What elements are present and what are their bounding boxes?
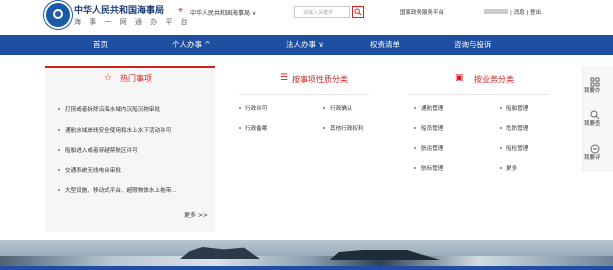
top-bar: 中华人民共和国海事局 海 事 一 网 通 办 平 台 ⌖ 中华人民共和国海事局 …: [0, 0, 613, 35]
nav-personal-services[interactable]: 个人办事 ^: [172, 35, 211, 55]
bullet: [323, 107, 325, 109]
banner-bottom-strip: [0, 266, 613, 270]
nature-item[interactable]: 行政许可: [245, 104, 267, 112]
nature-item[interactable]: 行政确认: [330, 104, 352, 112]
business-item[interactable]: 船检管理: [506, 144, 528, 152]
site-title: 中华人民共和国海事局: [74, 6, 165, 16]
main-navigation: 首页 个人办事 ^ 法人办事 ∨ 权责清单 咨询与投诉: [0, 35, 613, 55]
hot-item[interactable]: 交通系统无线电台审批: [65, 166, 121, 174]
evaluate-icon[interactable]: [590, 139, 600, 154]
business-item[interactable]: 危防管理: [506, 124, 528, 132]
more-link[interactable]: 更多 >>: [184, 210, 208, 219]
location-icon: ⌖: [178, 6, 184, 16]
maritime-logo: [44, 1, 72, 29]
divider: [239, 94, 369, 95]
bullet: [58, 169, 60, 171]
business-category-title: 按业务分类: [474, 75, 514, 84]
business-item[interactable]: 船员管理: [421, 124, 443, 132]
bullet: [414, 147, 416, 149]
star-icon: ☆: [104, 73, 113, 83]
bullet: [414, 107, 416, 109]
nav-consultation[interactable]: 咨询与投诉: [454, 35, 492, 55]
hot-item[interactable]: 通航水域岸线安全使用和水上水下活动许可: [65, 126, 171, 134]
divider: [409, 94, 549, 95]
business-item[interactable]: 船舶管理: [506, 104, 528, 112]
bullet: [500, 127, 502, 129]
hot-items-title: 热门事项: [120, 74, 152, 83]
bullet: [239, 127, 241, 129]
sidebar-item-evaluate[interactable]: 我要评: [584, 153, 601, 161]
bullet: [414, 127, 416, 129]
business-item[interactable]: 通航管理: [421, 104, 443, 112]
government-portal-link[interactable]: 国家政务服务平台: [400, 8, 444, 16]
briefcase-icon: ▣: [455, 73, 464, 83]
user-name-masked: [484, 9, 508, 14]
nature-item[interactable]: 行政备案: [245, 124, 267, 132]
business-item[interactable]: 更多: [506, 164, 517, 172]
bullet: [239, 107, 241, 109]
nature-category-title: 按事项性质分类: [292, 75, 348, 84]
nav-home[interactable]: 首页: [93, 35, 108, 55]
hot-item[interactable]: 大型设施、移动式平台、超限物体水上拖带...: [65, 186, 177, 194]
business-item[interactable]: 航运管理: [421, 144, 443, 152]
sliders-icon: ☰: [280, 73, 289, 83]
bullet: [58, 149, 60, 151]
region-selector[interactable]: 中华人民共和国海事局 ∨: [190, 8, 256, 17]
search-button[interactable]: [352, 6, 364, 18]
search-input[interactable]: 请输入关键字: [294, 6, 350, 18]
nav-legal-services[interactable]: 法人办事 ∨: [286, 35, 324, 55]
bullet: [500, 107, 502, 109]
business-item[interactable]: 航标管理: [421, 164, 443, 172]
bullet: [58, 108, 60, 110]
user-links[interactable]: | 消息 | 登出: [510, 8, 541, 16]
search-icon: [354, 8, 362, 16]
bullet: [323, 127, 325, 129]
search-icon[interactable]: [590, 105, 600, 120]
logo-emblem: [53, 9, 63, 19]
nature-item[interactable]: 其他行政权利: [330, 124, 364, 132]
hot-item[interactable]: 打捞或者拆除沿海水域内沉船沉物审批: [65, 105, 160, 113]
bullet: [58, 189, 60, 191]
bullet: [414, 167, 416, 169]
sidebar-item-query[interactable]: 我要查: [584, 119, 601, 127]
bullet: [500, 147, 502, 149]
hot-item[interactable]: 船舶进入或者穿越禁航区许可: [65, 146, 138, 154]
site-subtitle: 海 事 一 网 通 办 平 台: [74, 18, 191, 26]
bullet: [58, 129, 60, 131]
sidebar-item-apply[interactable]: 我要办: [584, 86, 601, 94]
nav-authority-list[interactable]: 权责清单: [370, 35, 400, 55]
bullet: [500, 167, 502, 169]
grid-icon[interactable]: [590, 72, 600, 87]
